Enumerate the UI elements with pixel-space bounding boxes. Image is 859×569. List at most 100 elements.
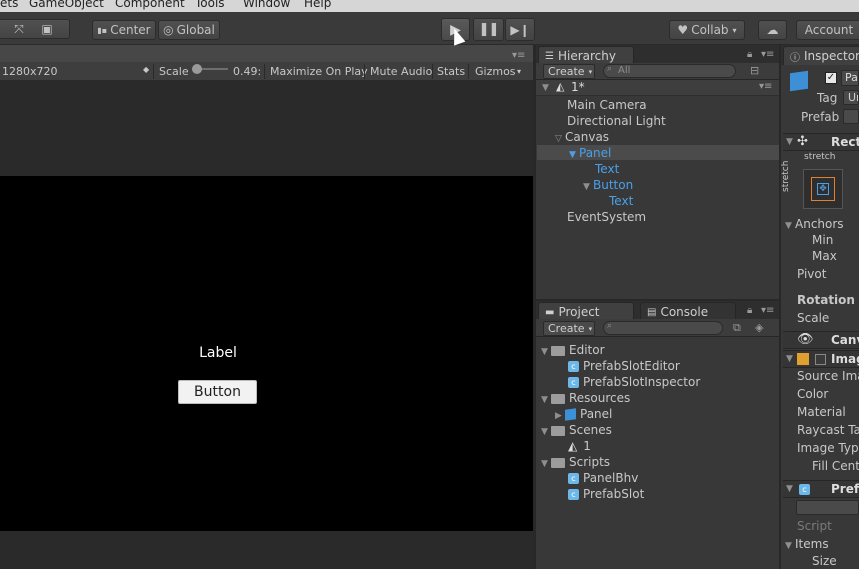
prefab-slot-header[interactable]: ▼ c Pref xyxy=(783,480,859,498)
anchors-foldout[interactable]: ▼ Anchors xyxy=(785,216,844,232)
prefab-label: Prefab xyxy=(801,110,840,124)
gizmos-dropdown[interactable]: Gizmos xyxy=(475,65,516,78)
scale-value: 0.49: xyxy=(233,65,262,78)
size-label: Size xyxy=(812,554,837,568)
account-dropdown[interactable]: Account xyxy=(796,20,859,40)
project-prefab-panel[interactable]: ▶ Panel xyxy=(555,406,612,422)
project-file-panelbhv[interactable]: c PanelBhv xyxy=(568,470,638,486)
resolution-dropdown[interactable]: 1280x720 xyxy=(2,65,58,78)
rect-transform-title: Rect xyxy=(831,135,859,149)
rect-transform-icon: ✣ xyxy=(797,134,808,149)
tag-label: Tag xyxy=(817,91,838,105)
project-folder-scripts[interactable]: ▼ Scripts xyxy=(541,454,610,470)
panel-menu-icon[interactable]: ▾≡ xyxy=(761,305,774,316)
lock-icon[interactable]: 🔒︎ xyxy=(747,305,752,316)
project-folder-scenes[interactable]: ▼ Scenes xyxy=(541,422,612,438)
max-label: Max xyxy=(812,249,837,263)
create-label: Create xyxy=(548,322,585,335)
hierarchy-search-input[interactable]: All xyxy=(603,64,736,78)
expand-icon[interactable]: ▼ xyxy=(785,538,795,554)
inspector-field-button[interactable] xyxy=(796,500,859,515)
expand-icon[interactable]: ▼ xyxy=(542,83,552,93)
menu-window[interactable]: Window xyxy=(243,0,290,10)
canvas-renderer-header[interactable]: 👁︎ Canv xyxy=(783,331,859,349)
filter-type-icon[interactable]: ⧉ xyxy=(733,321,741,335)
project-search-input[interactable] xyxy=(603,321,723,335)
expand-icon[interactable]: ▼ xyxy=(583,179,593,195)
image-enabled-checkbox[interactable] xyxy=(815,354,826,365)
filter-icon[interactable]: ⊟ xyxy=(750,64,759,77)
collab-dropdown[interactable]: ♥ Collab ▾ xyxy=(669,20,745,40)
transform-tool-icon[interactable]: ▣ xyxy=(36,22,58,36)
expand-icon[interactable]: ▼ xyxy=(785,218,795,234)
active-checkbox[interactable]: ✓ xyxy=(825,72,837,84)
search-placeholder: All xyxy=(618,65,631,76)
hierarchy-item-directional-light[interactable]: Directional Light xyxy=(567,113,666,129)
expand-icon[interactable]: ▼ xyxy=(541,344,551,360)
hierarchy-item-button-text[interactable]: Text xyxy=(609,193,633,209)
hierarchy-create-dropdown[interactable]: Create ▾ xyxy=(543,64,595,79)
space-label: Global xyxy=(176,23,215,37)
anchor-arrows-icon: ✥ xyxy=(817,183,829,195)
menu-assets[interactable]: ets xyxy=(0,0,18,10)
hierarchy-item-main-camera[interactable]: Main Camera xyxy=(567,97,647,113)
canvas-renderer-title: Canv xyxy=(831,333,859,347)
expand-icon[interactable]: ▼ xyxy=(541,424,551,440)
project-scene-1[interactable]: ◭ 1 xyxy=(568,438,591,454)
prefab-select-button[interactable] xyxy=(843,109,859,124)
rect-transform-header[interactable]: ▼ ✣ Rect xyxy=(783,133,859,151)
step-button[interactable]: ▶❙ xyxy=(505,18,535,41)
ui-button[interactable]: Button xyxy=(178,380,257,404)
image-component-header[interactable]: ▼ Imag xyxy=(783,350,859,368)
project-folder-editor[interactable]: ▼ Editor xyxy=(541,342,605,358)
pivot-icon: ▮▪ xyxy=(97,25,108,35)
hierarchy-item-text[interactable]: Text xyxy=(595,161,619,177)
file-label: PanelBhv xyxy=(583,471,639,485)
lock-icon[interactable]: 🔒︎ xyxy=(747,49,752,60)
menu-help[interactable]: Help xyxy=(304,0,331,10)
menu-component[interactable]: Component xyxy=(115,0,185,10)
project-file-prefabsloteditor[interactable]: c PrefabSlotEditor xyxy=(568,358,680,374)
items-foldout[interactable]: ▼ Items xyxy=(785,536,829,552)
menu-tools[interactable]: Tools xyxy=(195,0,225,10)
hierarchy-item-button[interactable]: ▼ Button xyxy=(583,177,633,193)
menu-icon[interactable]: ▾≡ xyxy=(512,50,525,61)
maximize-on-play-toggle[interactable]: Maximize On Play xyxy=(270,65,368,78)
folder-label: Resources xyxy=(569,391,631,405)
scene-header[interactable]: ▼ ◭ 1* ▾≡ xyxy=(536,80,779,96)
expand-icon[interactable]: ▼ xyxy=(541,456,551,472)
space-toggle[interactable]: ◎ Global xyxy=(158,20,220,40)
tab-project-label: Project xyxy=(558,305,600,319)
project-folder-resources[interactable]: ▼ Resources xyxy=(541,390,630,406)
expand-icon[interactable]: ▼ xyxy=(786,354,796,364)
hierarchy-item-panel[interactable]: ▼ Panel xyxy=(569,145,611,161)
pivot-label: Pivot xyxy=(797,267,827,281)
rect-tool-icon[interactable]: ⤧ xyxy=(8,22,30,37)
pause-button[interactable]: ❚❚ xyxy=(473,18,504,41)
expand-icon[interactable]: ▼ xyxy=(786,484,796,494)
image-icon xyxy=(797,353,809,365)
project-file-prefabslot[interactable]: c PrefabSlot xyxy=(568,486,644,502)
expand-icon[interactable]: ▼ xyxy=(541,392,551,408)
stats-toggle[interactable]: Stats xyxy=(437,65,465,78)
expand-icon[interactable]: ▼ xyxy=(786,137,796,147)
anchor-presets-button[interactable]: ✥ xyxy=(803,169,843,209)
project-create-dropdown[interactable]: Create ▾ xyxy=(543,321,595,336)
pivot-toggle[interactable]: ▮▪ Center xyxy=(92,20,156,40)
name-field[interactable]: Pa xyxy=(841,70,859,86)
project-file-prefabslotinspector[interactable]: c PrefabSlotInspector xyxy=(568,374,700,390)
console-icon: ▤ xyxy=(647,306,657,318)
image-type-label: Image Typ xyxy=(797,441,859,455)
hierarchy-item-canvas[interactable]: ▽ Canvas xyxy=(555,129,609,145)
menu-gameobject[interactable]: GameObject xyxy=(29,0,104,10)
scale-slider-handle[interactable] xyxy=(192,64,202,74)
tag-dropdown[interactable]: Ur xyxy=(843,90,859,105)
cloud-button[interactable]: ☁ xyxy=(758,20,787,40)
hierarchy-item-eventsystem[interactable]: EventSystem xyxy=(567,209,646,225)
expand-icon[interactable]: ▼ xyxy=(569,147,579,163)
mute-audio-toggle[interactable]: Mute Audio xyxy=(370,65,432,78)
tag-icon[interactable]: ◈ xyxy=(755,321,763,334)
tab-inspector[interactable]: ⓘ Inspector xyxy=(783,46,859,65)
scene-menu-icon[interactable]: ▾≡ xyxy=(759,81,772,92)
panel-menu-icon[interactable]: ▾≡ xyxy=(761,49,774,60)
